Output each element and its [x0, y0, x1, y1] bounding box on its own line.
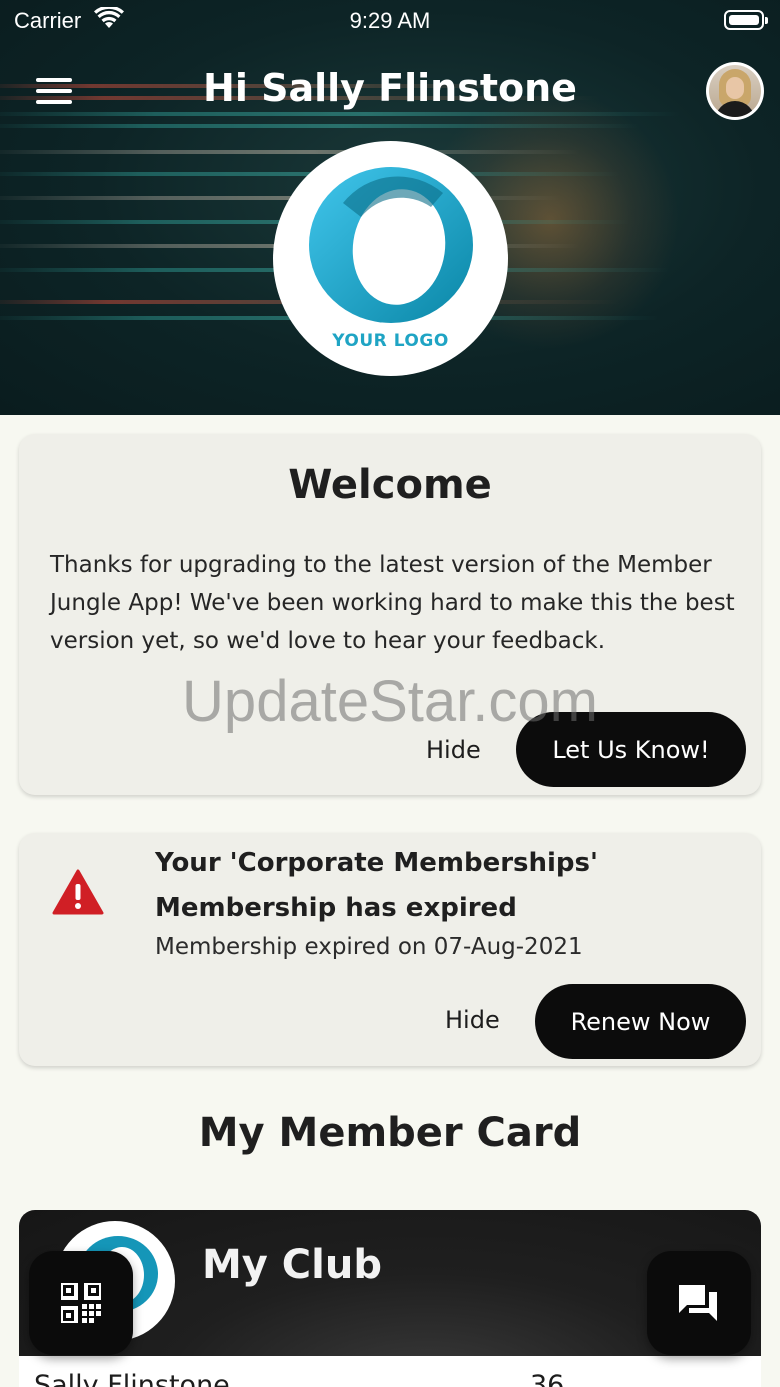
qr-code-button[interactable] [29, 1251, 133, 1355]
renew-now-button[interactable]: Renew Now [535, 984, 746, 1059]
hide-expired-button[interactable]: Hide [445, 1006, 500, 1034]
hide-welcome-button[interactable]: Hide [426, 736, 481, 764]
expired-title: Your 'Corporate Memberships' Membership … [155, 848, 598, 923]
organisation-logo: YOUR LOGO [273, 141, 508, 376]
membership-expired-card: Your 'Corporate Memberships' Membership … [19, 833, 761, 1066]
club-name: My Club [202, 1242, 382, 1288]
greeting-title: Hi Sally Flinstone [203, 66, 577, 110]
warning-triangle-icon [52, 869, 104, 915]
chat-button[interactable] [647, 1251, 751, 1355]
header-banner: Carrier 9:29 AM Hi Sally Flinstone YOUR … [0, 0, 780, 415]
member-number: 36 [530, 1370, 565, 1387]
clock: 9:29 AM [349, 8, 431, 33]
welcome-card: Welcome Thanks for upgrading to the late… [19, 434, 761, 795]
member-name: Sally Flinstone [34, 1370, 230, 1387]
avatar[interactable] [706, 62, 764, 120]
status-bar: Carrier 9:29 AM [0, 0, 780, 40]
header-streak [0, 150, 580, 154]
header-streak [0, 124, 640, 128]
logo-ring-icon [309, 167, 473, 323]
battery-icon [724, 10, 768, 30]
logo-text: YOUR LOGO [332, 331, 449, 351]
expired-date: Membership expired on 07-Aug-2021 [155, 934, 583, 960]
let-us-know-button[interactable]: Let Us Know! [516, 712, 746, 787]
welcome-message: Thanks for upgrading to the latest versi… [50, 552, 735, 654]
welcome-title: Welcome [288, 462, 492, 508]
qr-code-icon [61, 1283, 101, 1323]
member-card-details: Sally Flinstone 36 [19, 1356, 761, 1387]
member-card-heading: My Member Card [198, 1110, 582, 1156]
header-streak [0, 112, 680, 116]
chat-icon [679, 1285, 717, 1321]
